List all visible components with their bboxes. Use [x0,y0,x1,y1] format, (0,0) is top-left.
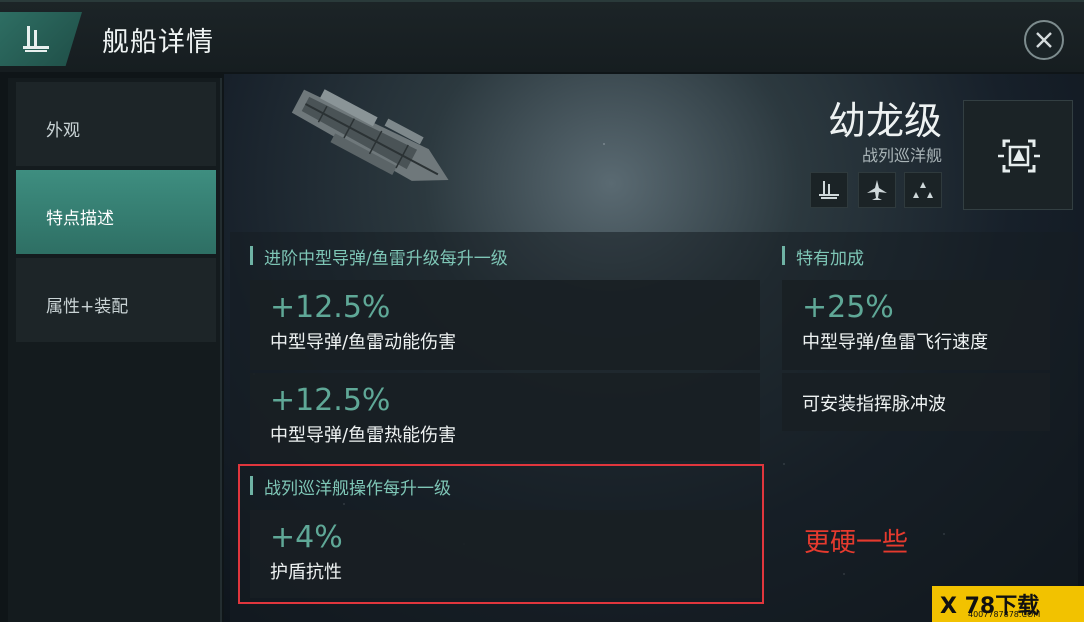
sidebar-item-attributes[interactable]: 属性+装配 [16,258,216,342]
bonus-desc: 中型导弹/鱼雷动能伤害 [270,332,457,353]
fighter-icon [867,180,887,200]
watermark-sub: 4007787878.COM [968,610,1041,619]
target-icon [998,139,1040,173]
section-title-special-bonus: 特有加成 [782,244,864,269]
site-watermark-logo: X 78下载 4007787878.COM [932,586,1084,622]
annotation-text: 更硬一些 [804,528,909,558]
bonus-desc: 可安装指挥脉冲波 [802,394,946,415]
bonus-value: +25% [802,290,894,325]
close-button[interactable] [1024,20,1064,60]
role-fighter-button[interactable] [858,172,896,208]
bonus-item: +25% 中型导弹/鱼雷飞行速度 [782,280,1050,370]
sidebar-item-label: 属性+装配 [46,297,129,317]
fleet-icon [819,181,839,199]
ship-model [291,89,449,181]
sidebar-item-features[interactable]: 特点描述 [16,170,216,254]
window-header: 舰船详情 [0,0,1084,72]
fleet-icon [23,26,49,52]
target-button[interactable] [963,100,1073,210]
bonus-desc: 中型导弹/鱼雷热能伤害 [270,425,457,446]
bonus-item: +12.5% 中型导弹/鱼雷动能伤害 [250,280,760,370]
role-fleet-button[interactable] [810,172,848,208]
sidebar-item-label: 外观 [46,121,80,141]
main-panel: 幼龙级 战列巡洋舰 进阶中型导弹/鱼雷升级每升一级 +12.5% 中型导弹/鱼雷… [224,74,1084,622]
section-title-missile-upgrade: 进阶中型导弹/鱼雷升级每升一级 [250,244,508,269]
ship-class: 战列巡洋舰 [861,146,942,165]
bonus-value: +12.5% [270,290,391,325]
page-title: 舰船详情 [102,27,214,58]
ship-name: 幼龙级 [827,99,942,143]
highlight-frame [238,464,764,604]
sidebar-item-appearance[interactable]: 外观 [16,82,216,166]
bonus-value: +12.5% [270,383,391,418]
header-badge [0,12,82,66]
sidebar-item-label: 特点描述 [46,209,114,229]
sidebar: 外观 特点描述 属性+装配 [8,78,222,622]
bonus-desc: 中型导弹/鱼雷飞行速度 [802,332,989,353]
bonus-item: 可安装指挥脉冲波 [782,373,1050,431]
formation-icon [913,182,933,198]
bonus-item: +12.5% 中型导弹/鱼雷热能伤害 [250,373,760,461]
close-icon [1036,32,1052,48]
role-formation-button[interactable] [904,172,942,208]
